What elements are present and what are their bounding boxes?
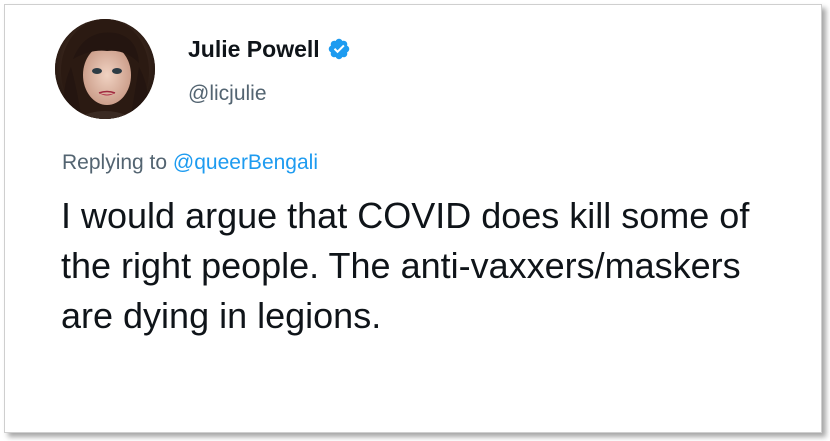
verified-badge-icon bbox=[327, 37, 351, 61]
replying-to-line: Replying to @queerBengali bbox=[62, 152, 318, 173]
replying-to-label: Replying to bbox=[62, 151, 168, 174]
author-display-name[interactable]: Julie Powell bbox=[188, 37, 320, 61]
tweet-text: I would argue that COVID does kill some … bbox=[61, 195, 750, 336]
avatar-image bbox=[55, 19, 155, 119]
replying-to-user-link[interactable]: @queerBengali bbox=[173, 151, 318, 174]
tweet-card: Julie Powell @licjulie Replying to @quee… bbox=[4, 4, 822, 433]
author-name-row: Julie Powell bbox=[188, 37, 351, 61]
avatar[interactable] bbox=[55, 19, 155, 119]
author-handle[interactable]: @licjulie bbox=[188, 83, 267, 104]
